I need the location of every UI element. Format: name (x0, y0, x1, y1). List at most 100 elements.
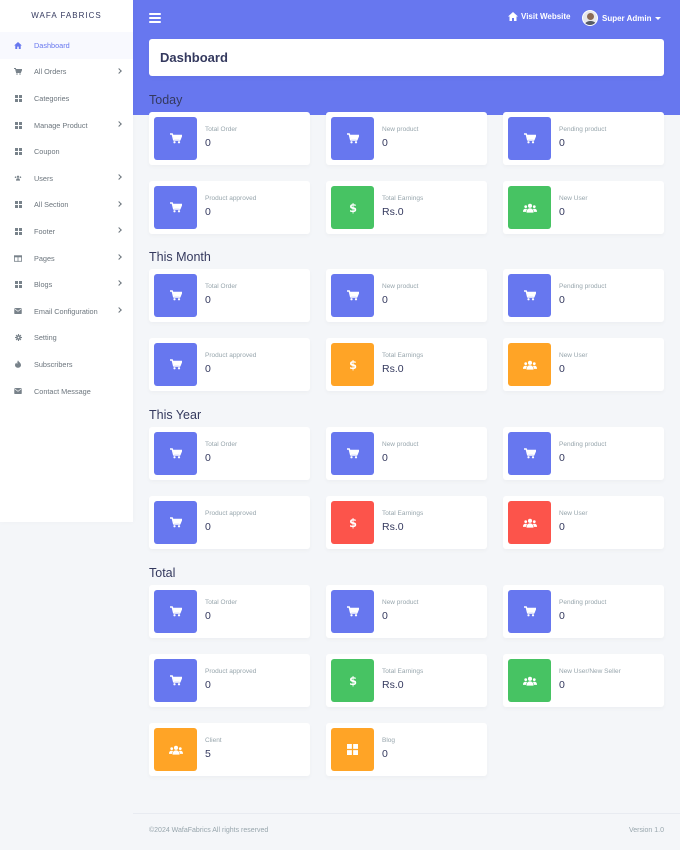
cart-icon (508, 117, 551, 160)
sidebar-item-users[interactable]: Users (0, 165, 133, 192)
home-icon (14, 41, 22, 49)
sidebar-item-label: Pages (34, 253, 55, 263)
menu-toggle-icon[interactable] (149, 13, 161, 25)
svg-text:$: $ (349, 675, 357, 687)
grid-icon (14, 121, 22, 129)
section-title: This Month (149, 250, 211, 264)
sidebar-item-subscribers[interactable]: Subscribers (0, 351, 133, 378)
stat-card: Product approved 0 (149, 181, 310, 234)
cart-icon (508, 432, 551, 475)
stat-label: Product approved (205, 510, 257, 517)
page-title: Dashboard (160, 50, 228, 65)
sidebar-item-all-section[interactable]: All Section (0, 192, 133, 219)
stat-label: Pending product (559, 599, 607, 606)
svg-text:$: $ (349, 202, 357, 214)
chevron-right-icon (116, 227, 122, 233)
cart-icon (154, 343, 197, 386)
stat-value: 0 (559, 294, 565, 306)
sidebar-item-label: Blogs (34, 280, 53, 290)
chevron-right-icon (116, 253, 122, 260)
stat-value: 0 (559, 610, 565, 622)
sidebar-item-email-configuration[interactable]: Email Configuration (0, 298, 133, 325)
stat-value: 0 (205, 521, 211, 533)
stat-card: $ Total Earnings Rs.0 (326, 338, 487, 391)
chevron-right-icon (116, 307, 122, 313)
stat-value: Rs.0 (382, 679, 404, 691)
columns-icon (14, 254, 22, 262)
sidebar-nav: Dashboard All Orders Categories Manage Prod… (0, 32, 133, 404)
stat-card: Product approved 0 (149, 338, 310, 391)
stat-value: 0 (205, 610, 211, 622)
svg-text:$: $ (349, 517, 357, 529)
cart-icon (154, 432, 197, 475)
sidebar-item-coupon[interactable]: Coupon (0, 138, 133, 165)
user-name: Super Admin (602, 13, 652, 23)
envelope-icon (14, 307, 22, 315)
stat-card: New User/New Seller 0 (503, 654, 664, 707)
cart-icon (154, 659, 197, 702)
stat-label: New product (382, 126, 419, 133)
version-text: Version 1.0 (628, 827, 664, 834)
stat-value: Rs.0 (382, 521, 404, 533)
sidebar-item-label: Contact Message (34, 386, 91, 396)
stat-label: Total Earnings (382, 510, 424, 517)
sidebar-item-label: Subscribers (34, 359, 73, 369)
stat-label: New product (382, 283, 419, 290)
users-icon (154, 728, 197, 771)
stat-label: Total Earnings (382, 668, 424, 675)
stat-card: $ Total Earnings Rs.0 (326, 496, 487, 549)
stat-card: $ Total Earnings Rs.0 (326, 654, 487, 707)
stat-value: 0 (205, 137, 211, 149)
sidebar-item-footer[interactable]: Footer (0, 218, 133, 245)
cart-icon (508, 274, 551, 317)
stat-card: Total Order 0 (149, 585, 310, 638)
stat-label: New product (382, 599, 419, 606)
stat-value: 0 (205, 363, 211, 375)
brand-logo[interactable]: WAFA FABRICS (0, 0, 133, 32)
stat-value: 0 (205, 294, 211, 306)
stat-card: Product approved 0 (149, 654, 310, 707)
stat-label: New User (559, 510, 588, 517)
stat-value: 0 (382, 452, 388, 464)
stat-label: Total Order (205, 126, 238, 133)
stat-label: Total Order (205, 599, 238, 606)
sidebar-item-all-orders[interactable]: All Orders (0, 59, 133, 86)
caret-down-icon (655, 16, 662, 20)
users-icon (508, 343, 551, 386)
sidebar-item-pages[interactable]: Pages (0, 245, 133, 272)
visit-website-link[interactable]: Visit Website (508, 12, 571, 21)
sidebar-item-setting[interactable]: Setting (0, 325, 133, 352)
chevron-right-icon (116, 174, 122, 180)
avatar (582, 10, 598, 26)
sidebar-item-dashboard[interactable]: Dashboard (0, 32, 133, 59)
sidebar-item-label: Footer (34, 226, 56, 236)
stat-label: Total Order (205, 283, 238, 290)
sidebar-item-label: Dashboard (34, 40, 70, 50)
sidebar-item-manage-product[interactable]: Manage Product (0, 112, 133, 139)
grid-icon (14, 94, 22, 102)
sidebar-item-label: Email Configuration (34, 306, 98, 316)
stat-value: 0 (205, 452, 211, 464)
sidebar-item-blogs[interactable]: Blogs (0, 271, 133, 298)
stat-card: New User 0 (503, 496, 664, 549)
stat-value: Rs.0 (382, 363, 404, 375)
stat-card: Pending product 0 (503, 427, 664, 480)
chevron-right-icon (116, 120, 122, 127)
stat-card: Total Order 0 (149, 112, 310, 165)
fire-icon (14, 360, 22, 369)
stat-label: New User (559, 352, 588, 359)
stat-label: Pending product (559, 283, 607, 290)
stat-card: Pending product 0 (503, 112, 664, 165)
sidebar-item-label: All Orders (34, 67, 67, 77)
dollar-icon: $ (331, 659, 374, 702)
sidebar-item-contact-message[interactable]: Contact Message (0, 378, 133, 405)
user-menu[interactable]: Super Admin (582, 10, 662, 26)
grid-icon (14, 281, 22, 289)
stat-value: Rs.0 (382, 206, 404, 218)
users-icon (508, 501, 551, 544)
sidebar-item-categories[interactable]: Categories (0, 85, 133, 112)
stat-value: 0 (205, 206, 211, 218)
section-title: This Year (149, 408, 202, 422)
stat-card: Product approved 0 (149, 496, 310, 549)
stat-label: Product approved (205, 352, 257, 359)
